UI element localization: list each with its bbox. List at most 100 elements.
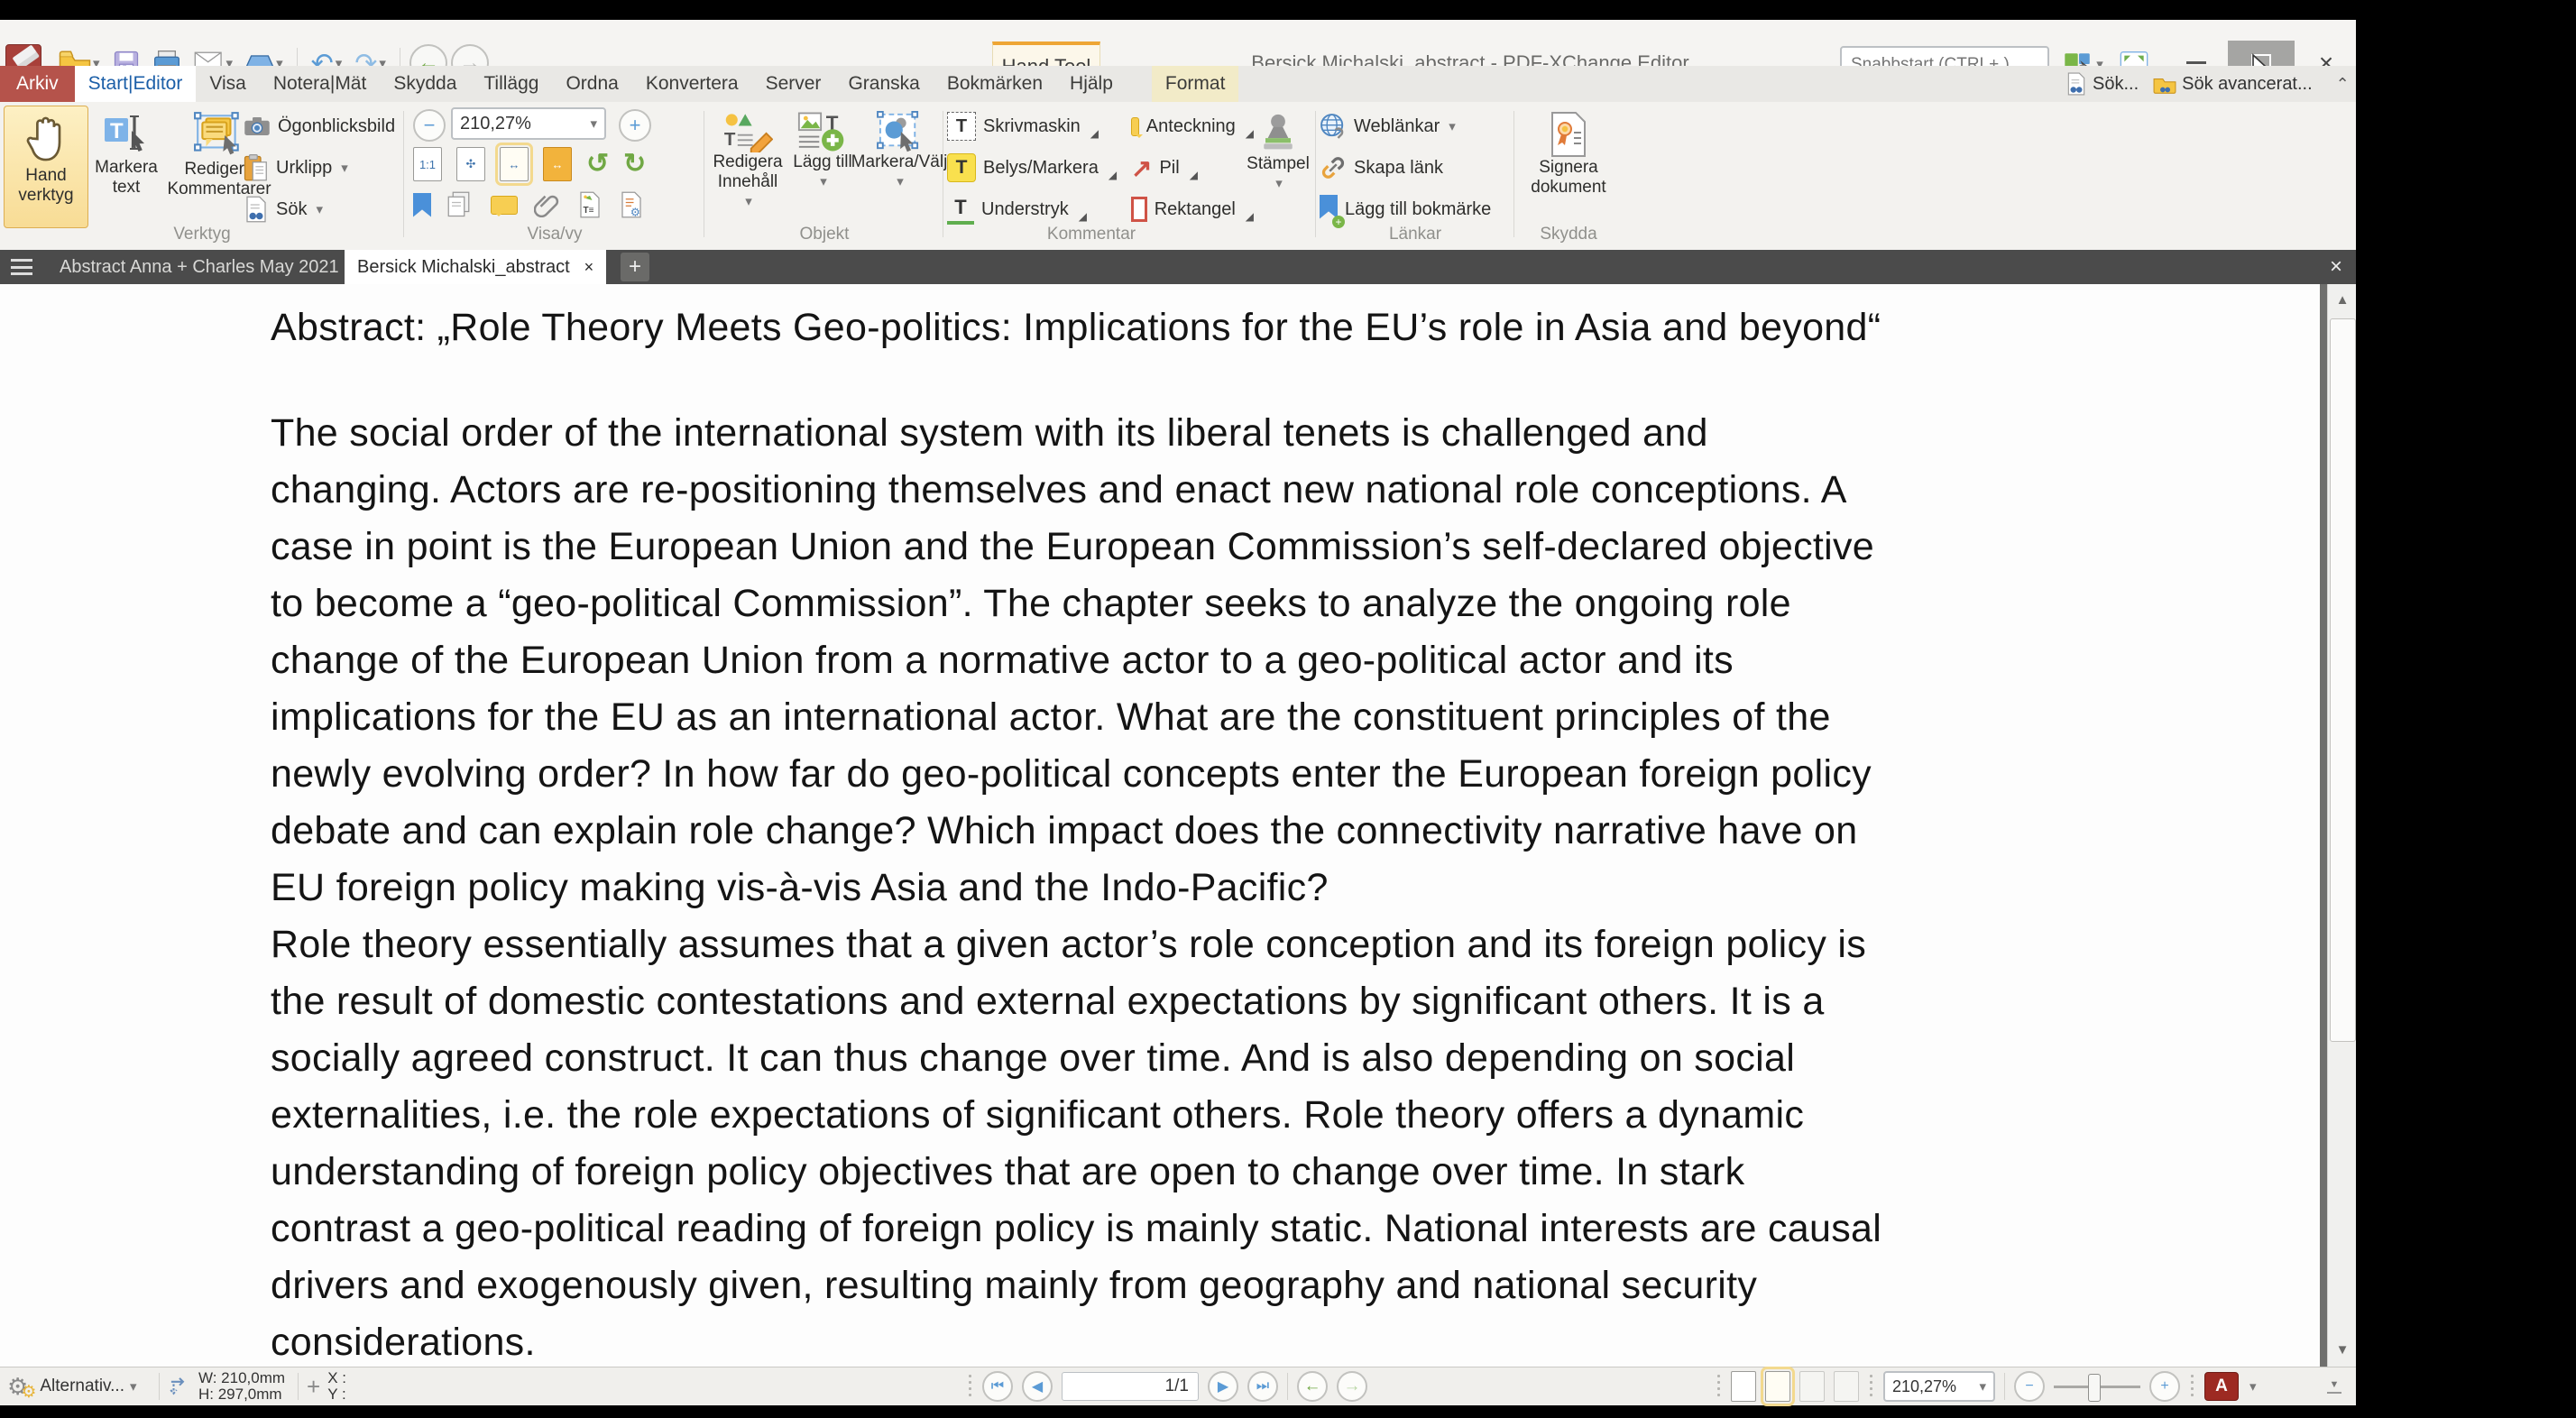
verktyg-small-column: Ögonblicksbild Urklipp ▾ Sök ▾ (244, 106, 400, 230)
new-tab-button[interactable]: + (621, 253, 649, 281)
lankar-column: Weblänkar ▾ Skapa länk + Lägg till bokmä… (1320, 106, 1511, 230)
previous-page-button[interactable]: ◀ (1022, 1371, 1053, 1402)
content-pane-button[interactable]: T≡ (577, 191, 603, 218)
zoom-out-button[interactable]: − (413, 109, 446, 142)
collapse-corner-widget[interactable]: ▼ (2327, 1367, 2341, 1405)
search-button[interactable]: Sök... (2065, 72, 2139, 96)
create-link-button[interactable]: Skapa länk (1320, 147, 1511, 189)
document-body-text: The social order of the international sy… (271, 405, 2129, 1367)
select-text-button[interactable]: T Markera text (92, 106, 161, 226)
drag-handle[interactable] (967, 1373, 973, 1400)
stamp-label: Stämpel (1247, 154, 1310, 174)
menu-hjalp[interactable]: Hjälp (1056, 66, 1127, 102)
view-back-button[interactable]: ← (1297, 1371, 1328, 1402)
close-tab-icon[interactable]: × (584, 258, 594, 277)
status-zoom-combobox[interactable]: 210,27% ▾ (1883, 1371, 1995, 1402)
document-tab-inactive[interactable]: Abstract Anna + Charles May 2021 × (47, 250, 376, 284)
svg-text:T≡: T≡ (584, 206, 594, 216)
menu-notera-mat[interactable]: Notera|Mät (260, 66, 381, 102)
two-page-layout-button[interactable] (1799, 1371, 1825, 1402)
comments-pane-button[interactable] (491, 196, 518, 215)
zoom-slider-thumb[interactable] (2088, 1374, 2101, 1402)
view-forward-button[interactable]: → (1337, 1371, 1367, 1402)
next-page-button[interactable]: ▶ (1208, 1371, 1238, 1402)
options-button[interactable]: ⚙ ⚙ Alternativ... ▾ (7, 1367, 137, 1405)
menu-skydda[interactable]: Skydda (380, 66, 470, 102)
single-page-layout-button[interactable] (1731, 1371, 1756, 1402)
add-object-label: Lägg till (793, 152, 852, 172)
properties-pane-button[interactable]: ⚙ (619, 191, 644, 218)
menu-arkiv[interactable]: Arkiv (0, 66, 75, 102)
menu-ordna[interactable]: Ordna (552, 66, 631, 102)
first-page-button[interactable]: ⏮ (982, 1371, 1013, 1402)
attachments-pane-button[interactable] (534, 192, 561, 217)
group-label-skydda: Skydda (1518, 225, 1619, 244)
chevron-down-icon: ▾ (590, 115, 597, 132)
fit-page-button[interactable]: ✣ (456, 147, 485, 181)
group-label-visa-vy: Visa/vy (408, 225, 702, 244)
edit-content-button[interactable]: T Redigera Innehåll ▾ (710, 106, 786, 226)
close-document-button[interactable]: × (2322, 253, 2351, 281)
page-number-field[interactable]: 1/1 (1062, 1372, 1199, 1401)
select-objects-button[interactable]: Markera/Välj ▾ (860, 106, 939, 226)
status-zoom-in-button[interactable]: + (2149, 1371, 2180, 1402)
sticky-note-button[interactable]: Anteckning ◢ (1131, 106, 1254, 147)
underline-label: Understryk (981, 199, 1069, 220)
snapshot-button[interactable]: Ögonblicksbild (244, 106, 400, 147)
panes-row: T≡ ⚙ (413, 189, 644, 221)
menu-konvertera[interactable]: Konvertera (632, 66, 752, 102)
fit-visible-button[interactable]: ↔ (543, 147, 572, 181)
continuous-layout-button[interactable] (1765, 1371, 1790, 1402)
drag-handle[interactable] (2189, 1373, 2195, 1400)
globe-link-icon (1320, 113, 1347, 140)
menu-bokmarken[interactable]: Bokmärken (934, 66, 1056, 102)
last-page-button[interactable]: ⏭ (1247, 1371, 1278, 1402)
scroll-down-button[interactable]: ▼ (2328, 1334, 2357, 1365)
highlight-button[interactable]: T Belys/Markera ◢ (947, 147, 1126, 189)
drag-handle[interactable] (1716, 1373, 1722, 1400)
open-in-acrobat-button[interactable]: A (2204, 1372, 2239, 1401)
zoom-level-combobox[interactable]: 210,27% ▾ (451, 107, 606, 140)
edit-content-label: Redigera Innehåll (710, 152, 786, 192)
menu-granska[interactable]: Granska (834, 66, 933, 102)
clipboard-button[interactable]: Urklipp ▾ (244, 147, 400, 189)
stamp-button[interactable]: Stämpel ▾ (1245, 106, 1311, 226)
zoom-slider[interactable] (2054, 1386, 2140, 1388)
vertical-scrollbar[interactable]: ▲ ▼ (2327, 284, 2357, 1367)
menu-format[interactable]: Format (1152, 66, 1239, 102)
cursor-x-label: X : (327, 1369, 346, 1386)
advanced-search-label: Sök avancerat... (2182, 74, 2313, 95)
menu-start-editor[interactable]: Start|Editor (75, 66, 197, 102)
bookmarks-pane-button[interactable] (413, 193, 431, 217)
drag-handle[interactable] (1868, 1373, 1874, 1400)
menu-visa[interactable]: Visa (196, 66, 259, 102)
two-page-continuous-layout-button[interactable] (1834, 1371, 1859, 1402)
fit-width-button[interactable]: ↔ (500, 147, 529, 181)
zoom-in-button[interactable]: + (619, 109, 651, 142)
menu-tillagg[interactable]: Tillägg (470, 66, 552, 102)
arrow-tool-button[interactable]: ↗ Pil ◢ (1131, 147, 1254, 189)
rotate-left-button[interactable]: ↺ (586, 151, 609, 178)
scrollbar-thumb[interactable] (2330, 318, 2356, 1042)
advanced-search-button[interactable]: Sök avancerat... (2153, 73, 2313, 95)
hand-tool-button[interactable]: Hand verktyg (4, 106, 88, 228)
collapse-ribbon-button[interactable]: ⌃ (2336, 75, 2350, 94)
sign-document-button[interactable]: Signera dokument (1522, 106, 1615, 226)
bookmark-plus-icon: + (1320, 195, 1338, 225)
weblinks-button[interactable]: Weblänkar ▾ (1320, 106, 1511, 147)
scroll-up-button[interactable]: ▲ (2328, 284, 2357, 315)
tab-list-menu-button[interactable] (11, 259, 32, 275)
actual-size-button[interactable]: 1:1 (413, 147, 442, 181)
ribbon-group-visa-vy: − 210,27% ▾ + 1:1 ✣ ↔ ↔ ↺ ↻ T≡ ⚙ (408, 102, 702, 246)
chevron-down-icon: ▾ (130, 1378, 137, 1395)
weblinks-label: Weblänkar (1354, 116, 1440, 137)
menu-server[interactable]: Server (752, 66, 835, 102)
page-view-row: 1:1 ✣ ↔ ↔ ↺ ↻ (413, 147, 646, 181)
document-page: Abstract: „Role Theory Meets Geo-politic… (0, 284, 2320, 1367)
add-object-button[interactable]: T Lägg till ▾ (789, 106, 856, 226)
status-zoom-out-button[interactable]: − (2014, 1371, 2045, 1402)
thumbnails-pane-button[interactable] (447, 191, 474, 218)
rotate-right-button[interactable]: ↻ (623, 151, 646, 178)
document-tab-active[interactable]: Bersick Michalski_abstract × (345, 250, 606, 284)
typewriter-button[interactable]: T Skrivmaskin ◢ (947, 106, 1126, 147)
